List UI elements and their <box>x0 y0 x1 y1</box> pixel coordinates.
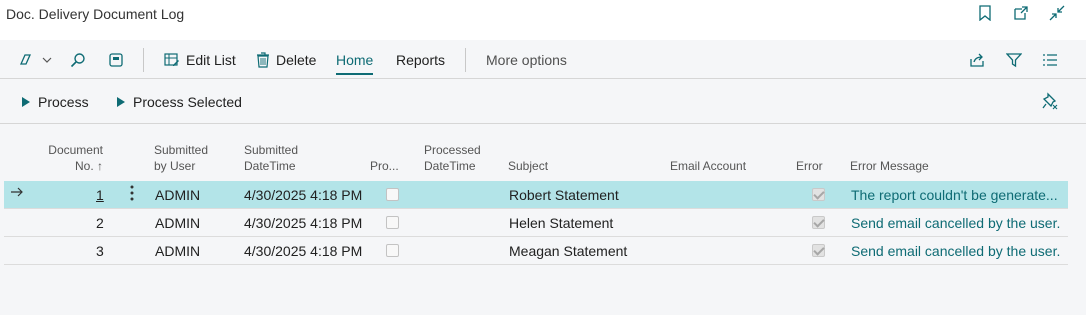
list-icon <box>1042 53 1058 67</box>
action-bar: Process Process Selected <box>0 80 1086 124</box>
open-new-window-icon[interactable] <box>1012 4 1030 22</box>
submitted-by-cell: ADMIN <box>155 215 201 231</box>
delete-label: Delete <box>276 52 317 68</box>
home-label: Home <box>336 52 374 68</box>
error-message-link[interactable]: Send email cancelled by the user. <box>851 243 1060 259</box>
play-icon <box>117 97 125 107</box>
tab-reports[interactable]: Reports <box>396 49 445 71</box>
show-fact-box-button[interactable] <box>108 49 124 71</box>
play-icon <box>22 97 30 107</box>
table-row[interactable]: 3 ADMIN 4/30/2025 4:18 PM Meagan Stateme… <box>4 237 1068 265</box>
subject-cell: Meagan Statement <box>509 243 628 259</box>
header-line: DateTime <box>424 159 476 173</box>
tab-home[interactable]: Home <box>336 49 374 75</box>
pin-button[interactable] <box>1042 92 1058 110</box>
trash-icon <box>256 52 270 68</box>
column-header-error-message[interactable]: Error Message <box>850 158 929 174</box>
share-icon <box>969 52 985 68</box>
process-selected-label: Process Selected <box>133 94 242 110</box>
title-bar: Doc. Delivery Document Log <box>0 0 1086 40</box>
reports-label: Reports <box>396 52 446 68</box>
views-dropdown[interactable] <box>18 49 52 71</box>
search-icon <box>70 52 86 68</box>
pin-icon <box>1042 92 1058 110</box>
document-no-link[interactable]: 1 <box>96 187 104 203</box>
error-checkbox <box>812 188 825 201</box>
error-checkbox <box>812 216 825 229</box>
table-row[interactable]: 1 ADMIN 4/30/2025 4:18 PM Robert Stateme… <box>4 181 1068 209</box>
table-row[interactable]: 2 ADMIN 4/30/2025 4:18 PM Helen Statemen… <box>4 209 1068 237</box>
submitted-datetime-cell: 4/30/2025 4:18 PM <box>244 243 363 259</box>
chevron-down-icon <box>42 56 52 64</box>
filter-icon <box>1006 52 1022 68</box>
process-label: Process <box>38 94 89 110</box>
column-header-subject[interactable]: Subject <box>508 158 548 174</box>
edit-list-label: Edit List <box>186 52 236 68</box>
header-line: Submitted <box>244 143 299 157</box>
column-header-submitted-datetime[interactable]: Submitted DateTime <box>244 142 298 174</box>
error-message-link[interactable]: Send email cancelled by the user. <box>851 215 1060 231</box>
header-line: by User <box>154 159 196 173</box>
subject-cell: Helen Statement <box>509 215 614 231</box>
processed-checkbox <box>386 188 399 201</box>
bookmark-icon[interactable] <box>976 4 994 22</box>
delete-button[interactable]: Delete <box>256 49 316 71</box>
column-header-document-no[interactable]: Document No. ↑ <box>47 142 103 174</box>
subject-cell: Robert Statement <box>509 187 619 203</box>
collapse-icon[interactable] <box>1048 4 1066 22</box>
more-options-label: More options <box>486 52 567 68</box>
header-line: DateTime <box>244 159 296 173</box>
error-checkbox <box>812 244 825 257</box>
more-options-button[interactable]: More options <box>486 49 567 71</box>
error-message-link[interactable]: The report couldn't be generate... <box>851 187 1058 203</box>
header-line: Document <box>48 143 103 157</box>
document-no-cell[interactable]: 3 <box>96 243 104 259</box>
submitted-by-cell: ADMIN <box>155 187 201 203</box>
row-menu-icon[interactable] <box>130 184 134 202</box>
column-header-processed[interactable]: Pro... <box>370 158 399 174</box>
processed-checkbox <box>386 244 399 257</box>
process-button[interactable]: Process <box>22 94 89 110</box>
submitted-by-cell: ADMIN <box>155 243 201 259</box>
column-header-error[interactable]: Error <box>796 158 823 174</box>
arrow-right-icon <box>10 185 24 199</box>
share-button[interactable] <box>969 49 985 71</box>
header-line: Submitted <box>154 143 209 157</box>
divider <box>143 48 144 72</box>
processed-checkbox <box>386 216 399 229</box>
process-selected-button[interactable]: Process Selected <box>117 94 242 110</box>
search-button[interactable] <box>70 49 86 71</box>
list-view-button[interactable] <box>1042 49 1058 71</box>
filter-button[interactable] <box>1006 49 1022 71</box>
command-bar: Edit List Delete Home Reports More optio… <box>0 41 1086 79</box>
document-no-cell[interactable]: 2 <box>96 215 104 231</box>
column-header-email-account[interactable]: Email Account <box>670 158 746 174</box>
layout-icon <box>108 52 124 68</box>
submitted-datetime-cell: 4/30/2025 4:18 PM <box>244 187 363 203</box>
column-header-submitted-by[interactable]: Submitted by User <box>154 142 208 174</box>
page-title: Doc. Delivery Document Log <box>6 6 185 22</box>
header-line: No. ↑ <box>74 159 103 173</box>
column-header-processed-datetime[interactable]: Processed DateTime <box>424 142 481 174</box>
edit-list-button[interactable]: Edit List <box>164 49 236 71</box>
edit-list-icon <box>164 53 180 67</box>
header-line: Processed <box>424 143 481 157</box>
submitted-datetime-cell: 4/30/2025 4:18 PM <box>244 215 363 231</box>
views-icon <box>18 52 36 68</box>
divider <box>465 48 466 72</box>
